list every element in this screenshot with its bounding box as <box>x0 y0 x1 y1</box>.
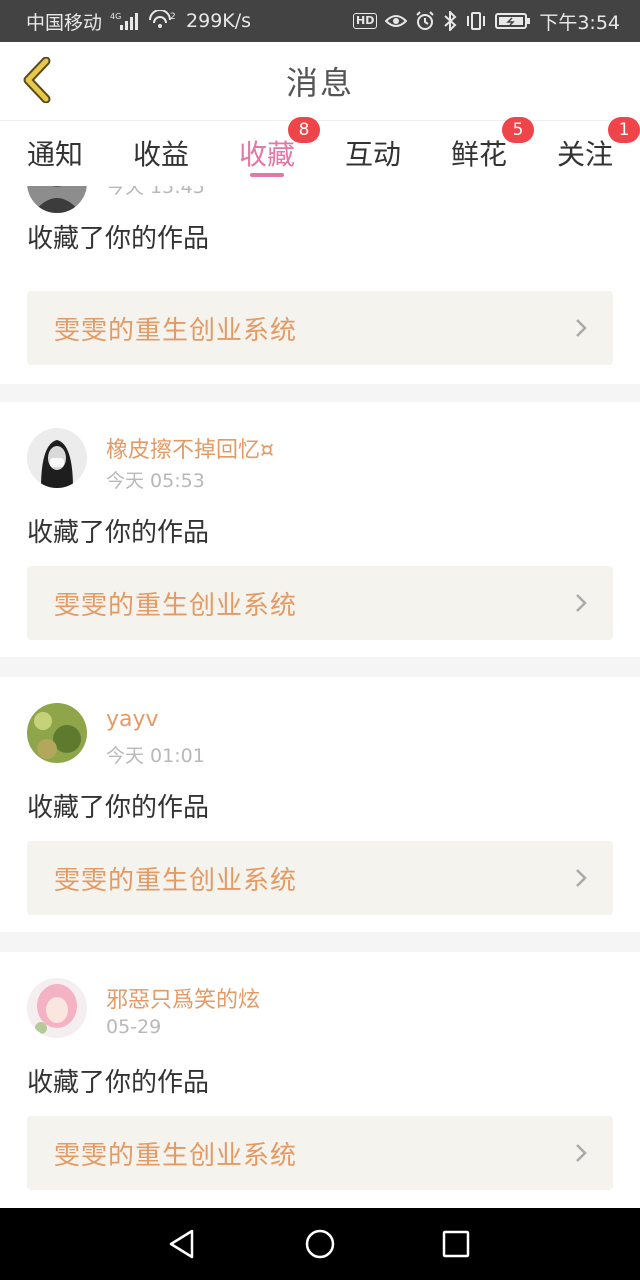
work-title: 雯雯的重生创业系统 <box>54 590 298 621</box>
tab-label: 鲜花 <box>450 138 507 171</box>
tab-label: 收益 <box>132 138 189 171</box>
signal-icon: 4G <box>110 11 140 31</box>
work-link[interactable]: 雯雯的重生创业系统 <box>27 841 613 915</box>
active-tab-indicator <box>250 173 284 177</box>
tab-flowers[interactable]: 鲜花 5 <box>426 117 534 185</box>
back-button[interactable] <box>14 56 58 104</box>
message-time: 今天 15:45 <box>106 186 205 198</box>
tab-earnings[interactable]: 收益 <box>108 121 214 185</box>
chevron-right-icon <box>576 869 587 887</box>
system-nav-bar <box>0 1208 640 1280</box>
avatar-girl-bw-icon <box>27 428 87 488</box>
triangle-back-icon <box>169 1229 194 1259</box>
svg-text:2: 2 <box>170 12 176 22</box>
hd-icon: HD <box>352 13 378 29</box>
bluetooth-icon <box>443 11 457 31</box>
circle-home-icon <box>305 1229 335 1259</box>
nav-home-button[interactable] <box>300 1226 340 1262</box>
carrier-label: 中国移动 <box>26 11 103 34</box>
user-name[interactable]: yayv <box>106 707 159 732</box>
nav-recents-button[interactable] <box>436 1226 476 1262</box>
user-name[interactable]: 橡皮擦不掉回忆¤ <box>106 432 274 464</box>
avatar[interactable] <box>27 703 87 763</box>
action-text: 收藏了你的作品 <box>27 793 210 823</box>
square-recents-icon <box>442 1230 470 1258</box>
work-link[interactable]: 雯雯的重生创业系统 <box>27 566 613 640</box>
chevron-right-icon <box>576 319 587 337</box>
alarm-icon <box>415 11 435 31</box>
list-item: 今天 15:45 收藏了你的作品 雯雯的重生创业系统 <box>0 186 640 384</box>
chevron-right-icon <box>576 594 587 612</box>
message-time: 今天 01:01 <box>106 745 205 767</box>
status-bar: 中国移动 4G 2 299K/s HD 下午3:54 <box>0 0 640 42</box>
app-header: 消息 <box>0 42 640 120</box>
avatar-anime-pink-icon <box>27 978 87 1038</box>
message-time: 今天 05:53 <box>106 470 205 492</box>
eye-icon <box>385 13 408 29</box>
wifi-hotspot-icon: 2 <box>148 10 178 32</box>
unread-badge: 5 <box>502 117 534 143</box>
work-link[interactable]: 雯雯的重生创业系统 <box>27 1116 613 1190</box>
tab-following[interactable]: 关注 1 <box>532 117 640 185</box>
clock-time: 下午3:54 <box>539 11 620 34</box>
avatar[interactable] <box>27 978 87 1038</box>
tab-label: 互动 <box>344 138 401 171</box>
avatar-green-field-icon <box>27 703 87 763</box>
user-name[interactable]: 邪惡只爲笑的炫 <box>106 982 260 1014</box>
avatar[interactable] <box>27 428 87 488</box>
tab-label: 收藏 <box>238 138 295 171</box>
list-item: yayv 今天 01:01 收藏了你的作品 雯雯的重生创业系统 <box>0 677 640 932</box>
list-item: 橡皮擦不掉回忆¤ 今天 05:53 收藏了你的作品 雯雯的重生创业系统 <box>0 402 640 657</box>
tab-bar: 通知 收益 收藏 8 互动 鲜花 5 关注 1 <box>0 117 640 186</box>
message-time: 05-29 <box>106 1016 162 1038</box>
battery-icon <box>495 12 531 30</box>
action-text: 收藏了你的作品 <box>27 224 210 254</box>
chevron-right-icon <box>576 1144 587 1162</box>
tab-notifications[interactable]: 通知 <box>2 121 108 185</box>
unread-badge: 1 <box>608 117 640 143</box>
action-text: 收藏了你的作品 <box>27 518 210 548</box>
nav-back-button[interactable] <box>162 1226 202 1262</box>
tab-interactions[interactable]: 互动 <box>320 121 426 185</box>
work-title: 雯雯的重生创业系统 <box>54 865 298 896</box>
work-title: 雯雯的重生创业系统 <box>54 1140 298 1171</box>
avatar[interactable] <box>27 186 87 213</box>
chevron-left-icon <box>23 57 51 103</box>
avatar-gray-icon <box>27 186 87 213</box>
work-title: 雯雯的重生创业系统 <box>54 315 298 346</box>
vibrate-icon <box>465 11 487 31</box>
tab-label: 通知 <box>26 138 83 171</box>
message-list[interactable]: 今天 15:45 收藏了你的作品 雯雯的重生创业系统 橡皮擦不掉回忆¤ 今天 0… <box>0 186 640 1208</box>
unread-badge: 8 <box>288 117 320 143</box>
svg-text:4G: 4G <box>110 12 121 21</box>
tab-favorites[interactable]: 收藏 8 <box>214 117 320 185</box>
network-speed: 299K/s <box>186 10 252 32</box>
action-text: 收藏了你的作品 <box>27 1068 210 1098</box>
tab-label: 关注 <box>556 138 613 171</box>
list-item: 邪惡只爲笑的炫 05-29 收藏了你的作品 雯雯的重生创业系统 <box>0 952 640 1208</box>
work-link[interactable]: 雯雯的重生创业系统 <box>27 291 613 365</box>
page-title: 消息 <box>285 64 354 102</box>
